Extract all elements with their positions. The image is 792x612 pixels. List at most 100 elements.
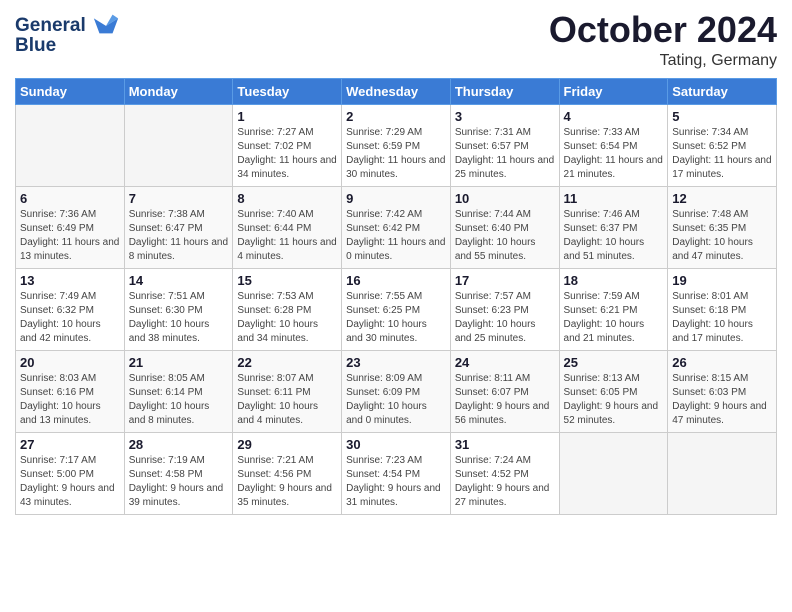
calendar-day-cell: 22Sunrise: 8:07 AMSunset: 6:11 PMDayligh… — [233, 350, 342, 432]
day-number: 26 — [672, 355, 772, 370]
day-number: 12 — [672, 191, 772, 206]
calendar-day-cell: 24 Sunrise: 8:11 AMSunset: 6:07 PMDayligh… — [450, 350, 559, 432]
calendar-day-cell: 26 Sunrise: 8:15 AMSunset: 6:03 PMDayligh… — [668, 350, 777, 432]
day-info: Sunrise: 7:19 AMSunset: 4:58 PMDaylight:… — [129, 454, 229, 510]
day-info: Sunrise: 7:44 AMSunset: 6:40 PMDaylight:… — [455, 208, 555, 264]
day-info: Sunrise: 7:36 AMSunset: 6:49 PMDaylight:… — [20, 208, 120, 264]
day-number: 28 — [129, 437, 229, 452]
day-info: Sunrise: 7:21 AMSunset: 4:56 PMDaylight:… — [237, 454, 337, 510]
calendar-week-row: 27 Sunrise: 7:17 AMSunset: 5:00 PMDayligh… — [16, 432, 777, 514]
month-title: October 2024 — [549, 10, 777, 50]
calendar-day-cell: 28 Sunrise: 7:19 AMSunset: 4:58 PMDayligh… — [124, 432, 233, 514]
day-number: 6 — [20, 191, 120, 206]
weekday-header-cell: Thursday — [450, 78, 559, 104]
calendar-week-row: 6 Sunrise: 7:36 AMSunset: 6:49 PMDaylight… — [16, 186, 777, 268]
calendar-day-cell: 6 Sunrise: 7:36 AMSunset: 6:49 PMDaylight… — [16, 186, 125, 268]
day-number: 4 — [564, 109, 664, 124]
day-info: Sunrise: 8:03 AMSunset: 6:16 PMDaylight:… — [20, 372, 120, 428]
day-info: Sunrise: 7:33 AMSunset: 6:54 PMDaylight:… — [564, 126, 664, 182]
calendar-day-cell: 21 Sunrise: 8:05 AMSunset: 6:14 PMDayligh… — [124, 350, 233, 432]
weekday-header-row: SundayMondayTuesdayWednesdayThursdayFrid… — [16, 78, 777, 104]
calendar-body: 1 Sunrise: 7:27 AMSunset: 7:02 PMDaylight… — [16, 104, 777, 514]
day-number: 7 — [129, 191, 229, 206]
calendar-day-cell: 30 Sunrise: 7:23 AMSunset: 4:54 PMDayligh… — [342, 432, 451, 514]
day-info: Sunrise: 7:29 AMSunset: 6:59 PMDaylight:… — [346, 126, 446, 182]
day-number: 27 — [20, 437, 120, 452]
day-info: Sunrise: 7:55 AMSunset: 6:25 PMDaylight:… — [346, 290, 446, 346]
day-number: 15 — [237, 273, 337, 288]
calendar-day-cell — [124, 104, 233, 186]
day-number: 13 — [20, 273, 120, 288]
day-number: 3 — [455, 109, 555, 124]
title-block: October 2024 Tating, Germany — [549, 10, 777, 70]
day-number: 14 — [129, 273, 229, 288]
calendar-day-cell: 10 Sunrise: 7:44 AMSunset: 6:40 PMDayligh… — [450, 186, 559, 268]
day-info: Sunrise: 8:09 AMSunset: 6:09 PMDaylight:… — [346, 372, 446, 428]
calendar-day-cell — [668, 432, 777, 514]
day-info: Sunrise: 7:23 AMSunset: 4:54 PMDaylight:… — [346, 454, 446, 510]
logo: General Blue — [15, 14, 118, 55]
day-number: 24 — [455, 355, 555, 370]
calendar-day-cell: 1 Sunrise: 7:27 AMSunset: 7:02 PMDaylight… — [233, 104, 342, 186]
weekday-header-cell: Sunday — [16, 78, 125, 104]
day-info: Sunrise: 8:01 AMSunset: 6:18 PMDaylight:… — [672, 290, 772, 346]
calendar-week-row: 13 Sunrise: 7:49 AMSunset: 6:32 PMDayligh… — [16, 268, 777, 350]
day-info: Sunrise: 7:24 AMSunset: 4:52 PMDaylight:… — [455, 454, 555, 510]
day-info: Sunrise: 7:59 AMSunset: 6:21 PMDaylight:… — [564, 290, 664, 346]
logo-icon — [92, 10, 120, 38]
day-info: Sunrise: 7:38 AMSunset: 6:47 PMDaylight:… — [129, 208, 229, 264]
day-info: Sunrise: 7:34 AMSunset: 6:52 PMDaylight:… — [672, 126, 772, 182]
day-info: Sunrise: 7:49 AMSunset: 6:32 PMDaylight:… — [20, 290, 120, 346]
calendar-day-cell: 27 Sunrise: 7:17 AMSunset: 5:00 PMDayligh… — [16, 432, 125, 514]
calendar-day-cell: 13 Sunrise: 7:49 AMSunset: 6:32 PMDayligh… — [16, 268, 125, 350]
page-header: General Blue October 2024 Tating, German… — [15, 10, 777, 70]
location: Tating, Germany — [549, 52, 777, 70]
day-info: Sunrise: 7:31 AMSunset: 6:57 PMDaylight:… — [455, 126, 555, 182]
calendar-day-cell: 31Sunrise: 7:24 AMSunset: 4:52 PMDayligh… — [450, 432, 559, 514]
calendar-day-cell: 9Sunrise: 7:42 AMSunset: 6:42 PMDaylight… — [342, 186, 451, 268]
calendar-day-cell: 18Sunrise: 7:59 AMSunset: 6:21 PMDayligh… — [559, 268, 668, 350]
day-info: Sunrise: 8:05 AMSunset: 6:14 PMDaylight:… — [129, 372, 229, 428]
calendar-day-cell — [16, 104, 125, 186]
weekday-header-cell: Tuesday — [233, 78, 342, 104]
day-number: 20 — [20, 355, 120, 370]
day-info: Sunrise: 7:27 AMSunset: 7:02 PMDaylight:… — [237, 126, 337, 182]
day-number: 10 — [455, 191, 555, 206]
weekday-header-cell: Monday — [124, 78, 233, 104]
day-number: 1 — [237, 109, 337, 124]
calendar-day-cell: 16 Sunrise: 7:55 AMSunset: 6:25 PMDayligh… — [342, 268, 451, 350]
day-number: 30 — [346, 437, 446, 452]
day-number: 21 — [129, 355, 229, 370]
calendar: SundayMondayTuesdayWednesdayThursdayFrid… — [15, 78, 777, 515]
calendar-day-cell: 2 Sunrise: 7:29 AMSunset: 6:59 PMDaylight… — [342, 104, 451, 186]
day-number: 2 — [346, 109, 446, 124]
logo-line2: Blue — [15, 36, 118, 55]
calendar-week-row: 1 Sunrise: 7:27 AMSunset: 7:02 PMDaylight… — [16, 104, 777, 186]
day-number: 25 — [564, 355, 664, 370]
weekday-header-cell: Wednesday — [342, 78, 451, 104]
day-info: Sunrise: 7:46 AMSunset: 6:37 PMDaylight:… — [564, 208, 664, 264]
day-number: 22 — [237, 355, 337, 370]
day-info: Sunrise: 8:15 AMSunset: 6:03 PMDaylight:… — [672, 372, 772, 428]
day-info: Sunrise: 8:11 AMSunset: 6:07 PMDaylight:… — [455, 372, 555, 428]
day-info: Sunrise: 7:53 AMSunset: 6:28 PMDaylight:… — [237, 290, 337, 346]
calendar-day-cell: 7 Sunrise: 7:38 AMSunset: 6:47 PMDaylight… — [124, 186, 233, 268]
day-number: 9 — [346, 191, 446, 206]
day-info: Sunrise: 7:51 AMSunset: 6:30 PMDaylight:… — [129, 290, 229, 346]
day-info: Sunrise: 7:17 AMSunset: 5:00 PMDaylight:… — [20, 454, 120, 510]
calendar-day-cell: 23Sunrise: 8:09 AMSunset: 6:09 PMDayligh… — [342, 350, 451, 432]
day-number: 5 — [672, 109, 772, 124]
calendar-week-row: 20 Sunrise: 8:03 AMSunset: 6:16 PMDayligh… — [16, 350, 777, 432]
calendar-day-cell: 5 Sunrise: 7:34 AMSunset: 6:52 PMDaylight… — [668, 104, 777, 186]
weekday-header-cell: Saturday — [668, 78, 777, 104]
calendar-day-cell: 4 Sunrise: 7:33 AMSunset: 6:54 PMDaylight… — [559, 104, 668, 186]
day-info: Sunrise: 7:57 AMSunset: 6:23 PMDaylight:… — [455, 290, 555, 346]
day-number: 16 — [346, 273, 446, 288]
day-info: Sunrise: 7:48 AMSunset: 6:35 PMDaylight:… — [672, 208, 772, 264]
calendar-day-cell: 14 Sunrise: 7:51 AMSunset: 6:30 PMDayligh… — [124, 268, 233, 350]
calendar-day-cell: 11Sunrise: 7:46 AMSunset: 6:37 PMDayligh… — [559, 186, 668, 268]
day-number: 17 — [455, 273, 555, 288]
calendar-day-cell: 17 Sunrise: 7:57 AMSunset: 6:23 PMDayligh… — [450, 268, 559, 350]
day-number: 29 — [237, 437, 337, 452]
calendar-day-cell: 19Sunrise: 8:01 AMSunset: 6:18 PMDayligh… — [668, 268, 777, 350]
